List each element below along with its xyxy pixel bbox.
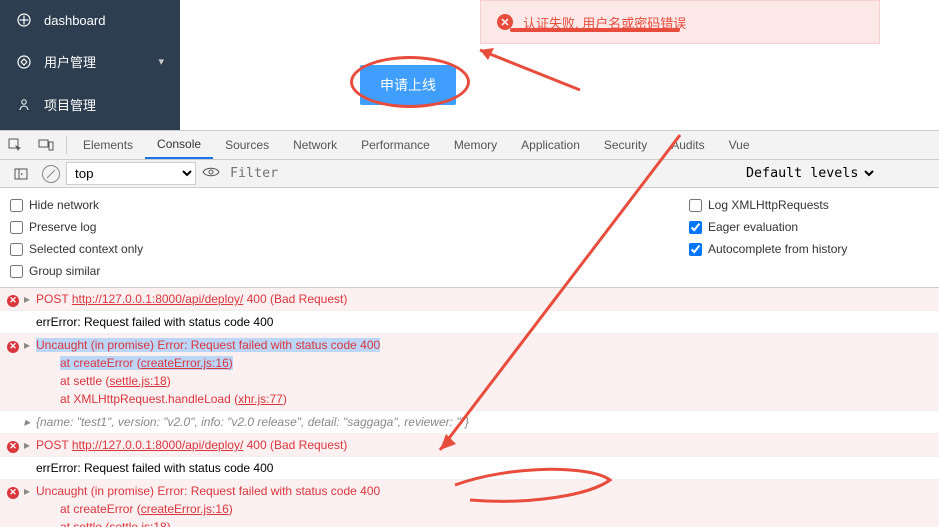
tab-security[interactable]: Security: [592, 131, 659, 159]
main-content: ✕ 认证失败, 用户名或密码错误 申请上线: [180, 0, 939, 130]
error-icon: ✕: [6, 482, 20, 500]
setting-eager-eval[interactable]: Eager evaluation: [689, 216, 929, 238]
log-levels-selector[interactable]: Default levels: [740, 163, 877, 184]
expand-icon[interactable]: ▸: [24, 413, 34, 431]
tab-audits[interactable]: Audits: [659, 131, 716, 159]
expand-icon[interactable]: ▸: [24, 290, 34, 308]
tab-sources[interactable]: Sources: [213, 131, 281, 159]
sidebar: dashboard 用户管理 ▾ 项目管理: [0, 0, 180, 130]
tab-console[interactable]: Console: [145, 131, 213, 159]
error-icon: ✕: [6, 336, 20, 354]
console-error-row[interactable]: ✕ ▸ POST http://127.0.0.1:8000/api/deplo…: [0, 288, 939, 311]
inspect-icon[interactable]: [0, 131, 30, 159]
console-output: ✕ ▸ POST http://127.0.0.1:8000/api/deplo…: [0, 288, 939, 527]
context-selector[interactable]: top: [66, 162, 196, 185]
expand-icon[interactable]: ▸: [24, 336, 34, 354]
clear-console-icon[interactable]: [42, 165, 60, 183]
sidebar-item-label: 用户管理: [44, 52, 96, 71]
tab-network[interactable]: Network: [281, 131, 349, 159]
console-log-row[interactable]: errError: Request failed with status cod…: [0, 311, 939, 334]
setting-log-xhr[interactable]: Log XMLHttpRequests: [689, 194, 929, 216]
devtools-tabbar: Elements Console Sources Network Perform…: [0, 130, 939, 160]
source-link[interactable]: xhr.js:77: [238, 392, 283, 406]
filter-input[interactable]: [226, 164, 476, 183]
tab-memory[interactable]: Memory: [442, 131, 509, 159]
source-link[interactable]: createError.js:16: [141, 502, 229, 516]
error-icon: ✕: [6, 290, 20, 308]
request-url[interactable]: http://127.0.0.1:8000/api/deploy/: [72, 438, 243, 452]
tab-vue[interactable]: Vue: [717, 131, 762, 159]
console-error-row[interactable]: ✕ ▸ Uncaught (in promise) Error: Request…: [0, 480, 939, 527]
request-url[interactable]: http://127.0.0.1:8000/api/deploy/: [72, 292, 243, 306]
error-alert: ✕ 认证失败, 用户名或密码错误: [480, 0, 880, 44]
sidebar-item-dashboard[interactable]: dashboard: [0, 0, 180, 40]
console-error-row[interactable]: ✕ ▸ Uncaught (in promise) Error: Request…: [0, 334, 939, 411]
source-link[interactable]: createError.js:16: [141, 356, 229, 370]
console-toolbar: top Default levels: [0, 160, 939, 188]
live-expression-icon[interactable]: [202, 166, 220, 181]
users-icon: [16, 54, 32, 70]
sidebar-item-project[interactable]: 项目管理: [0, 83, 180, 126]
tab-application[interactable]: Application: [509, 131, 592, 159]
console-log-row[interactable]: errError: Request failed with status cod…: [0, 457, 939, 480]
setting-group-similar[interactable]: Group similar: [10, 260, 669, 282]
error-icon: ✕: [6, 436, 20, 454]
sidebar-toggle-icon[interactable]: [6, 160, 36, 187]
submit-online-button[interactable]: 申请上线: [360, 65, 456, 105]
sidebar-item-users[interactable]: 用户管理 ▾: [0, 40, 180, 83]
source-link[interactable]: settle.js:18: [109, 374, 166, 388]
console-error-row[interactable]: ✕ ▸ POST http://127.0.0.1:8000/api/deplo…: [0, 434, 939, 457]
setting-autocomplete[interactable]: Autocomplete from history: [689, 238, 929, 260]
annotation-underline: [510, 28, 680, 32]
tab-elements[interactable]: Elements: [71, 131, 145, 159]
chevron-down-icon: ▾: [158, 55, 164, 68]
sidebar-item-label: 项目管理: [44, 95, 96, 114]
tab-performance[interactable]: Performance: [349, 131, 442, 159]
expand-icon[interactable]: ▸: [24, 482, 34, 500]
project-icon: [16, 97, 32, 113]
source-link[interactable]: settle.js:18: [109, 520, 166, 527]
expand-icon[interactable]: ▸: [24, 436, 34, 454]
sidebar-item-label: dashboard: [44, 13, 105, 28]
console-settings: Hide network Preserve log Selected conte…: [0, 188, 939, 288]
setting-preserve-log[interactable]: Preserve log: [10, 216, 669, 238]
setting-hide-network[interactable]: Hide network: [10, 194, 669, 216]
console-object-row[interactable]: ▸ {name: "test1", version: "v2.0", info:…: [0, 411, 939, 434]
dashboard-icon: [16, 12, 32, 28]
setting-selected-context[interactable]: Selected context only: [10, 238, 669, 260]
device-icon[interactable]: [30, 131, 62, 159]
